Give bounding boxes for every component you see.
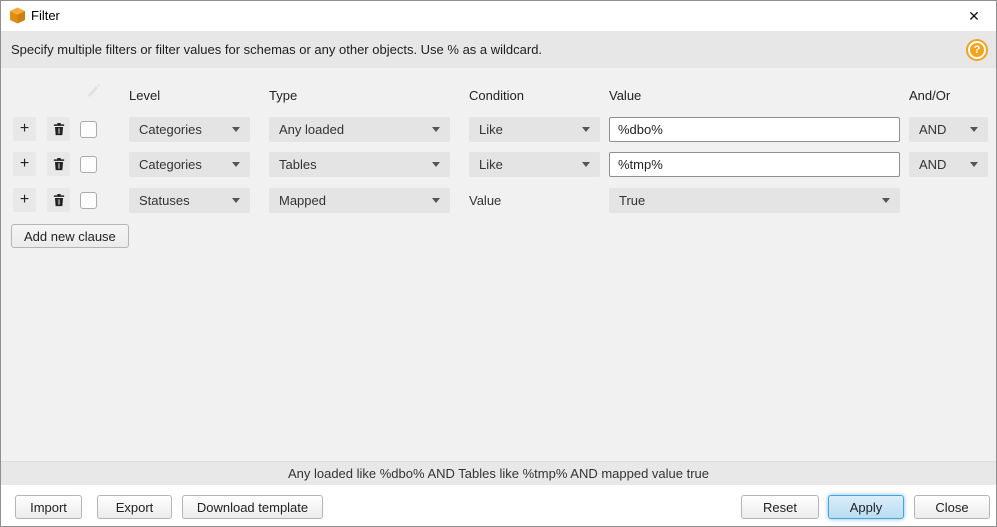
column-header-level: Level bbox=[129, 88, 160, 103]
add-new-clause-button[interactable]: Add new clause bbox=[11, 224, 129, 248]
condition-dropdown[interactable]: Like bbox=[469, 152, 600, 177]
condition-dropdown[interactable]: Like bbox=[469, 117, 600, 142]
level-value: Categories bbox=[139, 157, 202, 172]
chevron-down-icon bbox=[970, 127, 978, 132]
column-header-andor: And/Or bbox=[909, 88, 950, 103]
chevron-down-icon bbox=[882, 198, 890, 203]
type-dropdown[interactable]: Mapped bbox=[269, 188, 450, 213]
chevron-down-icon bbox=[582, 127, 590, 132]
add-row-button[interactable]: + bbox=[13, 117, 36, 141]
andor-dropdown[interactable]: AND bbox=[909, 152, 988, 177]
delete-row-button[interactable] bbox=[47, 188, 70, 212]
andor-value: AND bbox=[919, 157, 946, 172]
type-value: Mapped bbox=[279, 193, 326, 208]
apply-button[interactable]: Apply bbox=[828, 495, 904, 519]
filter-row: + Categories Tables Like bbox=[1, 152, 996, 177]
type-dropdown[interactable]: Any loaded bbox=[269, 117, 450, 142]
condition-value: Like bbox=[479, 122, 503, 137]
app-cube-icon bbox=[9, 7, 26, 24]
delete-row-button[interactable] bbox=[47, 117, 70, 141]
filter-row: + Categories Any loaded Like bbox=[1, 117, 996, 142]
help-icon[interactable]: ? bbox=[966, 39, 988, 61]
value-dropdown[interactable]: True bbox=[609, 188, 900, 213]
chevron-down-icon bbox=[232, 127, 240, 132]
condition-value: Like bbox=[479, 157, 503, 172]
level-dropdown[interactable]: Categories bbox=[129, 117, 250, 142]
close-icon[interactable]: ✕ bbox=[962, 4, 986, 28]
value-input[interactable] bbox=[609, 152, 900, 177]
delete-row-button[interactable] bbox=[47, 152, 70, 176]
window-title: Filter bbox=[31, 8, 60, 23]
pencil-icon bbox=[85, 82, 101, 98]
andor-value: AND bbox=[919, 122, 946, 137]
chevron-down-icon bbox=[970, 162, 978, 167]
filter-table: Level Type Condition Value And/Or + Cate… bbox=[1, 68, 996, 462]
type-value: Any loaded bbox=[279, 122, 344, 137]
help-question-glyph: ? bbox=[968, 41, 986, 59]
chevron-down-icon bbox=[232, 198, 240, 203]
reset-button[interactable]: Reset bbox=[741, 495, 819, 519]
add-row-button[interactable]: + bbox=[13, 152, 36, 176]
row-checkbox[interactable] bbox=[80, 156, 97, 173]
filter-summary-text: Any loaded like %dbo% AND Tables like %t… bbox=[288, 466, 709, 481]
filter-row: + Statuses Mapped Value True bbox=[1, 188, 996, 213]
row-checkbox[interactable] bbox=[80, 121, 97, 138]
chevron-down-icon bbox=[432, 127, 440, 132]
type-value: Tables bbox=[279, 157, 317, 172]
chevron-down-icon bbox=[582, 162, 590, 167]
level-dropdown[interactable]: Categories bbox=[129, 152, 250, 177]
level-dropdown[interactable]: Statuses bbox=[129, 188, 250, 213]
chevron-down-icon bbox=[432, 162, 440, 167]
value-input[interactable] bbox=[609, 117, 900, 142]
trash-icon bbox=[53, 122, 65, 136]
type-dropdown[interactable]: Tables bbox=[269, 152, 450, 177]
column-header-type: Type bbox=[269, 88, 297, 103]
column-header-condition: Condition bbox=[469, 88, 524, 103]
footer-bar: Import Export Download template Reset Ap… bbox=[1, 485, 996, 527]
level-value: Statuses bbox=[139, 193, 190, 208]
title-bar: Filter ✕ bbox=[1, 1, 996, 31]
export-button[interactable]: Export bbox=[97, 495, 172, 519]
row-checkbox[interactable] bbox=[80, 192, 97, 209]
chevron-down-icon bbox=[432, 198, 440, 203]
chevron-down-icon bbox=[232, 162, 240, 167]
import-button[interactable]: Import bbox=[15, 495, 82, 519]
add-row-button[interactable]: + bbox=[13, 188, 36, 212]
trash-icon bbox=[53, 193, 65, 207]
condition-static-label: Value bbox=[469, 188, 501, 213]
value-value: True bbox=[619, 193, 645, 208]
column-header-value: Value bbox=[609, 88, 641, 103]
info-message: Specify multiple filters or filter value… bbox=[11, 42, 542, 57]
level-value: Categories bbox=[139, 122, 202, 137]
download-template-button[interactable]: Download template bbox=[182, 495, 323, 519]
trash-icon bbox=[53, 157, 65, 171]
close-button[interactable]: Close bbox=[914, 495, 990, 519]
filter-dialog: Filter ✕ Specify multiple filters or fil… bbox=[0, 0, 997, 527]
filter-summary-bar: Any loaded like %dbo% AND Tables like %t… bbox=[1, 462, 996, 485]
info-bar: Specify multiple filters or filter value… bbox=[1, 31, 996, 68]
andor-dropdown[interactable]: AND bbox=[909, 117, 988, 142]
